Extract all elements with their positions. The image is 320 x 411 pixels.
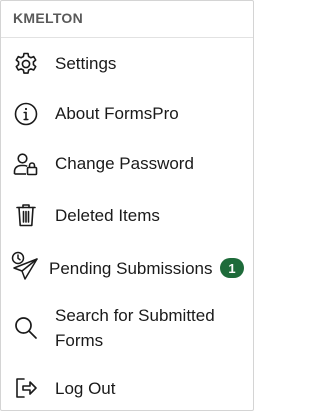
menu-item-search-submitted-forms[interactable]: Search for Submitted Forms	[1, 303, 253, 355]
menu-item-label: Settings	[55, 54, 117, 73]
menu-item-label: Change Password	[55, 154, 194, 173]
menu-item-pending-submissions[interactable]: Pending Submissions 1	[1, 249, 253, 283]
trash-icon	[13, 202, 39, 228]
menu-item-label: Pending Submissions	[49, 259, 213, 278]
menu-item-deleted-items[interactable]: Deleted Items	[1, 201, 253, 231]
user-lock-icon	[13, 151, 39, 177]
logout-icon	[13, 375, 39, 401]
menu-item-settings[interactable]: Settings	[1, 49, 253, 79]
info-icon	[13, 101, 39, 127]
menu-item-label: Deleted Items	[55, 206, 160, 225]
pending-count-badge: 1	[220, 258, 244, 278]
menu-item-label: Log Out	[55, 379, 116, 398]
clock-send-icon	[11, 251, 39, 281]
menu-item-about[interactable]: About FormsPro	[1, 99, 253, 129]
search-icon	[13, 315, 39, 341]
side-menu: KMELTON Settings About FormsPro Change P…	[0, 0, 254, 411]
menu-item-change-password[interactable]: Change Password	[1, 149, 253, 179]
menu-item-label: Search for Submitted Forms	[55, 306, 215, 350]
gear-icon	[13, 51, 39, 77]
username-title: KMELTON	[13, 10, 84, 26]
menu-item-label: About FormsPro	[55, 104, 179, 123]
menu-item-log-out[interactable]: Log Out	[1, 374, 253, 404]
menu-header: KMELTON	[1, 1, 253, 38]
